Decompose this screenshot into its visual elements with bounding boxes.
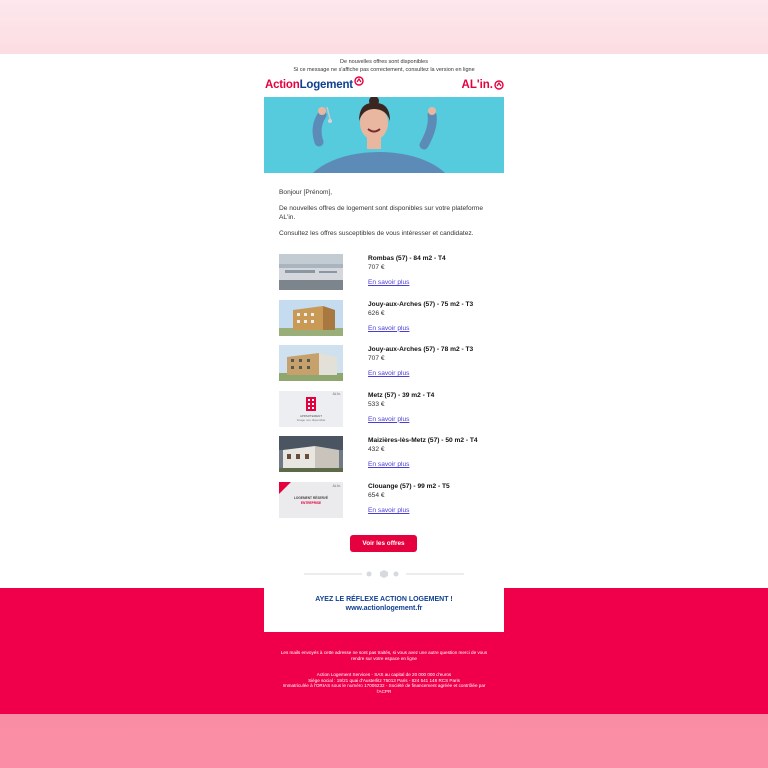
offer-thumbnail[interactable]: AL'in. APPARTEMENT Image non disponible	[279, 390, 343, 427]
offer-title: Rombas (57) - 84 m2 - T4	[368, 255, 446, 262]
offer-title: Jouy-aux-Arches (57) - 78 m2 - T3	[368, 346, 474, 354]
reserved-label: LOGEMENT RÉSERVÉ	[293, 495, 329, 500]
alin-watermark: AL'in.	[332, 483, 341, 488]
intro-paragraph-1: De nouvelles offres de logement sont dis…	[279, 205, 484, 221]
offer-details-link[interactable]: En savoir plus	[368, 461, 409, 468]
offer-price: 533 €	[368, 400, 385, 408]
offer-price: 707 €	[368, 264, 385, 271]
woman-with-keys-illustration	[264, 97, 504, 173]
offer-item: AL'in. APPARTEMENT Image non disponible …	[279, 390, 489, 436]
offer-list: Rombas (57) - 84 m2 - T4 707 € En savoir…	[279, 253, 489, 527]
offer-thumbnail[interactable]	[279, 436, 343, 473]
offer-title: Metz (57) - 39 m2 - T4	[368, 391, 435, 399]
reserved-sublabel: ENTREPRISE	[300, 500, 322, 505]
offer-details-link[interactable]: En savoir plus	[368, 370, 409, 377]
preheader-text: De nouvelles offres sont disponibles	[340, 59, 428, 65]
footer-slogan-card: AYEZ LE RÉFLEXE ACTION LOGEMENT ! www.ac…	[264, 588, 504, 632]
offer-thumbnail[interactable]: AL'in. LOGEMENT RÉSERVÉ ENTREPRISE	[279, 481, 343, 518]
offer-item: Jouy-aux-Arches (57) - 78 m2 - T3 707 € …	[279, 344, 489, 390]
footer-legal: Action Logement Services - SAS au capita…	[279, 672, 489, 694]
offer-thumbnail[interactable]	[279, 254, 343, 290]
offer-thumbnail[interactable]	[279, 299, 343, 336]
placeholder-sublabel: Image non disponible	[296, 417, 326, 422]
offer-thumbnail[interactable]	[279, 345, 343, 382]
legal-line: Immatriculée à l'ORIAS sous le numéro 17…	[282, 683, 486, 694]
intro-text: Bonjour [Prénom], De nouvelles offres de…	[279, 188, 489, 245]
offer-details-link[interactable]: En savoir plus	[368, 507, 409, 514]
offer-price: 626 €	[368, 309, 385, 317]
intro-paragraph-2: Consultez les offres susceptibles de vou…	[279, 230, 474, 237]
view-online-link[interactable]: Si ce message ne s'affiche pas correctem…	[264, 66, 504, 74]
greeting: Bonjour [Prénom],	[279, 189, 333, 196]
offer-title: Maizières-lès-Metz (57) - 50 m2 - T4	[368, 437, 478, 445]
offer-item: AL'in. LOGEMENT RÉSERVÉ ENTREPRISE Cloua…	[279, 481, 489, 527]
hero-banner-image	[264, 97, 504, 173]
alin-badge-icon	[494, 80, 504, 90]
offer-details-link[interactable]: En savoir plus	[368, 325, 409, 332]
preheader: De nouvelles offres sont disponibles Si …	[264, 58, 504, 74]
offer-item: Jouy-aux-Arches (57) - 75 m2 - T3 626 € …	[279, 299, 489, 345]
action-logement-badge-icon	[354, 76, 364, 86]
offer-price: 432 €	[368, 446, 385, 454]
offer-item: Maizières-lès-Metz (57) - 50 m2 - T4 432…	[279, 435, 489, 481]
offer-price: 707 €	[368, 355, 385, 363]
footer-website-link[interactable]: www.actionlogement.fr	[264, 605, 504, 612]
action-logement-logo[interactable]: Action Logement	[265, 76, 364, 93]
offer-item: Rombas (57) - 84 m2 - T4 707 € En savoir…	[279, 253, 489, 299]
offer-title: Clouange (57) - 99 m2 - T5	[368, 482, 450, 490]
view-offers-button[interactable]: Voir les offres	[350, 535, 417, 552]
alin-watermark: AL'in.	[332, 391, 341, 396]
offer-price: 654 €	[368, 491, 385, 499]
offer-details-link[interactable]: En savoir plus	[368, 279, 409, 286]
decorative-divider	[304, 570, 464, 578]
footer-notice: Les mails envoyés à cette adresse ne son…	[280, 650, 488, 661]
top-background-band	[0, 0, 768, 54]
offer-title: Jouy-aux-Arches (57) - 75 m2 - T3	[368, 300, 474, 308]
footer-slogan: AYEZ LE RÉFLEXE ACTION LOGEMENT !	[315, 596, 453, 603]
alin-logo[interactable]: AL'in.	[462, 77, 504, 93]
bottom-background-band	[0, 714, 768, 768]
offer-details-link[interactable]: En savoir plus	[368, 416, 409, 423]
